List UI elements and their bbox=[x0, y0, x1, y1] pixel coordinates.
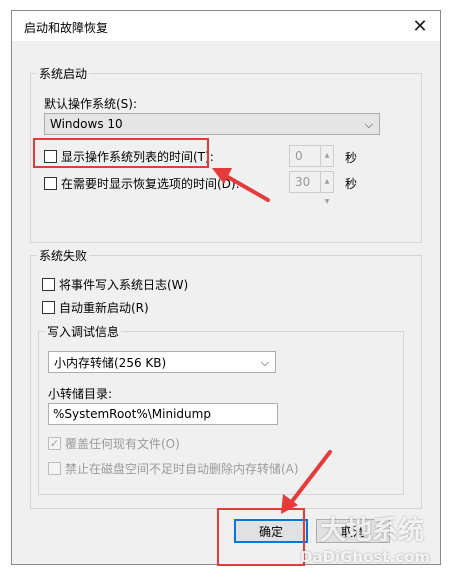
watermark-brand: 大地系统 bbox=[320, 516, 425, 546]
arrow-icon-upper bbox=[212, 168, 270, 202]
annotation-arrows bbox=[212, 168, 332, 514]
watermark-url: DaDiGhost.com bbox=[300, 548, 431, 566]
arrow-icon-lower bbox=[281, 450, 332, 514]
